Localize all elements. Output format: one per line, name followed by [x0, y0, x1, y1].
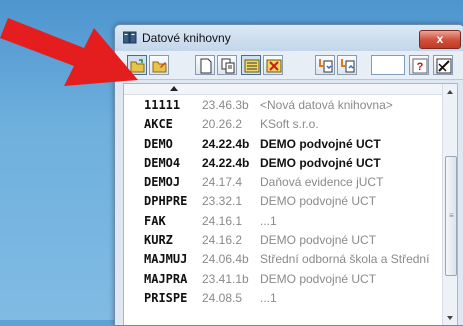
help-icon: ? [412, 58, 428, 74]
sort-header[interactable] [124, 84, 442, 95]
library-code: FAK [144, 213, 166, 228]
import-button[interactable] [315, 55, 335, 75]
export-icon [341, 59, 355, 73]
list-item[interactable]: DPHPRE 23.32.1 DEMO podvojné UCT [124, 192, 442, 211]
library-name: DEMO podvojné UCT [260, 194, 377, 209]
library-version: 24.22.4b [202, 155, 250, 170]
edit-folder-button[interactable] [149, 55, 169, 75]
library-name: DEMO podvojné UCT [260, 233, 377, 248]
export-button[interactable] [337, 55, 357, 75]
library-code: PRISPE [144, 290, 188, 305]
new-document-button[interactable] [195, 55, 215, 75]
copy-icon [221, 58, 235, 74]
list-item[interactable]: KURZ 24.16.2 DEMO podvojné UCT [124, 231, 442, 250]
help-button[interactable]: ? [409, 55, 429, 75]
window-title: Datové knihovny [142, 31, 231, 45]
library-name: DEMO podvojné UCT [260, 271, 377, 286]
library-code: DEMOJ [144, 175, 181, 190]
library-name: Daňová evidence jUCT [260, 175, 384, 190]
data-libraries-window: Datové knihovny x ? 11111 23.46.3b <Nová… [114, 24, 463, 326]
library-code: DEMO4 [144, 155, 181, 170]
library-code: KURZ [144, 233, 173, 248]
delete-icon [266, 59, 282, 73]
library-version: 24.16.1 [202, 213, 243, 228]
list-view-icon [244, 59, 260, 73]
grip-icon: ≡ [449, 211, 454, 220]
library-name: KSoft s.r.o. [260, 117, 319, 132]
list-item[interactable]: MAJPRA 23.41.1b DEMO podvojné UCT [124, 270, 442, 289]
library-name: ...1 [260, 213, 277, 228]
library-version: 24.16.2 [202, 233, 243, 248]
pen-icon [436, 58, 452, 74]
library-code: AKCE [144, 117, 173, 132]
library-version: 24.22.4b [202, 136, 250, 151]
view-list-button[interactable] [241, 55, 261, 75]
library-version: 24.08.5 [202, 290, 243, 305]
delete-button[interactable] [263, 55, 283, 75]
library-version: 23.32.1 [202, 194, 243, 209]
list-item[interactable]: DEMO4 24.22.4b DEMO podvojné UCT [124, 154, 442, 173]
copy-document-button[interactable] [217, 55, 237, 75]
library-code: MAJPRA [144, 271, 188, 286]
title-bar[interactable]: Datové knihovny x [115, 25, 463, 51]
library-code: DEMO [144, 136, 173, 151]
library-name: Střední odborná škola a Střední [260, 252, 430, 267]
library-rows: 11111 23.46.3b <Nová datová knihovna> AKCE 2… [124, 96, 442, 308]
scrollbar-thumb[interactable]: ≡ [445, 156, 457, 276]
toolbar: ? [115, 51, 463, 80]
list-item[interactable]: PRISPE 24.08.5 ...1 [124, 289, 442, 308]
list-item[interactable]: 11111 23.46.3b <Nová datová knihovna> [124, 96, 442, 115]
list-item[interactable]: DEMOJ 24.17.4 Daňová evidence jUCT [124, 173, 442, 192]
library-version: 23.46.3b [202, 98, 249, 112]
library-version: 20.26.2 [202, 117, 243, 132]
red-arrow-icon [0, 18, 138, 86]
sort-ascending-icon [170, 86, 178, 91]
list-item[interactable]: DEMO 24.22.4b DEMO podvojné UCT [124, 135, 442, 154]
library-code: DPHPRE [144, 194, 188, 209]
library-list[interactable]: 11111 23.46.3b <Nová datová knihovna> AKCE 2… [123, 83, 458, 325]
close-button[interactable]: x [419, 30, 461, 49]
library-version: 24.17.4 [202, 175, 243, 190]
settings-button[interactable] [433, 55, 453, 75]
folder-edit-icon [152, 61, 167, 73]
list-item[interactable]: MAJMUJ 24.06.4b Střední odborná škola a St… [124, 250, 442, 269]
list-item[interactable]: AKCE 20.26.2 KSoft s.r.o. [124, 115, 442, 134]
library-name: <Nová datová knihovna> [260, 98, 393, 112]
library-version: 23.41.1b [202, 271, 249, 286]
library-name: DEMO podvojné UCT [260, 136, 381, 151]
library-code: 11111 [144, 98, 181, 112]
library-name: ...1 [260, 290, 277, 305]
scroll-up-arrow-icon[interactable] [443, 84, 457, 99]
library-version: 24.06.4b [202, 252, 249, 267]
document-icon [200, 58, 212, 74]
import-icon [319, 59, 333, 73]
svg-text:?: ? [417, 61, 424, 73]
library-code: MAJMUJ [144, 252, 188, 267]
list-item[interactable]: FAK 24.16.1 ...1 [124, 212, 442, 231]
scroll-down-arrow-icon[interactable] [443, 311, 457, 325]
toolbar-input[interactable] [371, 55, 405, 75]
library-name: DEMO podvojné UCT [260, 155, 381, 170]
vertical-scrollbar[interactable]: ≡ [442, 84, 457, 325]
